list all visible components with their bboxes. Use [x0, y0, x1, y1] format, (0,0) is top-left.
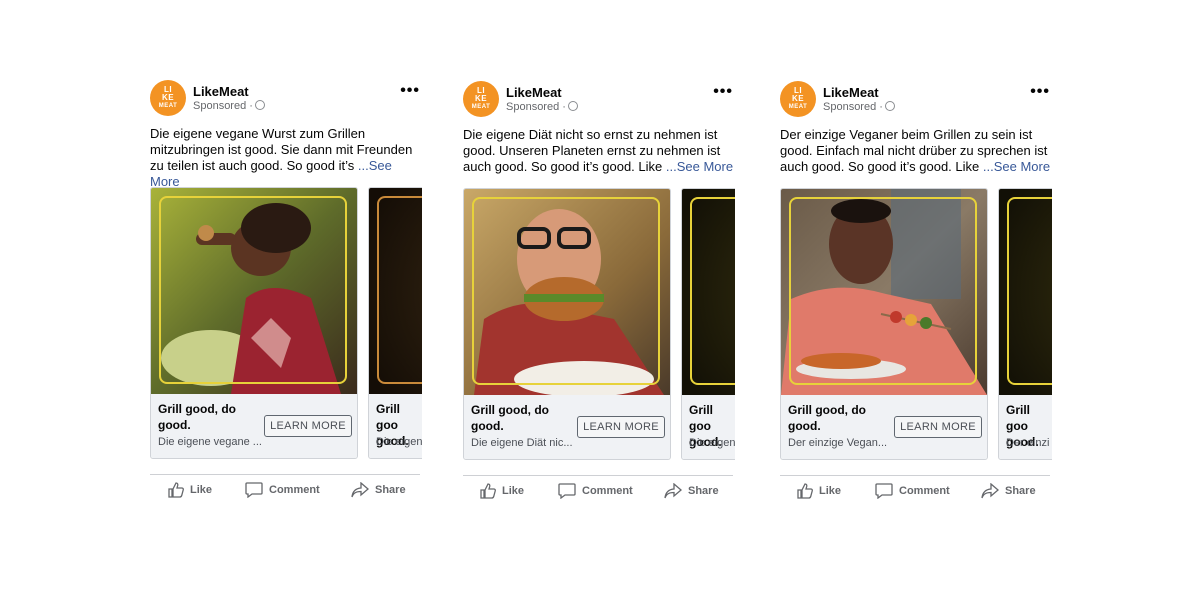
- page-name[interactable]: LikeMeat: [506, 85, 562, 100]
- comment-icon: [875, 483, 893, 499]
- sponsored-label: Sponsored ·: [506, 101, 578, 113]
- like-button[interactable]: Like: [480, 483, 524, 499]
- card-description: Der einzi: [1006, 437, 1050, 449]
- card-frame: [377, 196, 422, 384]
- post-actions: Like Comment Share: [150, 482, 422, 506]
- learn-more-button[interactable]: LEARN MORE: [894, 416, 982, 438]
- card-description: Die eigene Diät nic...: [471, 437, 573, 449]
- carousel[interactable]: Grill good, do good. LEARN MORE Der einz…: [780, 188, 1052, 464]
- learn-more-button[interactable]: LEARN MORE: [264, 415, 352, 437]
- likemeat-logo[interactable]: LI KE MEAT: [780, 81, 816, 117]
- carousel-card-1[interactable]: Grill good, do good. LEARN MORE Der einz…: [780, 188, 988, 460]
- page-name[interactable]: LikeMeat: [823, 85, 879, 100]
- card-description: Der einzige Vegan...: [788, 437, 888, 449]
- comment-button[interactable]: Comment: [875, 483, 950, 499]
- post-header: LI KE MEAT LikeMeat Sponsored · •••: [780, 81, 1052, 121]
- learn-more-button[interactable]: LEARN MORE: [577, 416, 665, 438]
- more-options-icon[interactable]: •••: [400, 83, 420, 99]
- card-footer: Grill good, do good. LEARN MORE Die eige…: [464, 395, 670, 459]
- carousel-card-2[interactable]: Grill goo good. Die eigen: [368, 187, 422, 459]
- like-button[interactable]: Like: [168, 482, 212, 498]
- card-frame: [472, 197, 660, 385]
- share-button[interactable]: Share: [981, 483, 1036, 499]
- see-more-link[interactable]: ...See More: [666, 159, 733, 174]
- card-footer: Grill good, do good. LEARN MORE Der einz…: [781, 395, 987, 459]
- likemeat-logo[interactable]: LI KE MEAT: [463, 81, 499, 117]
- sponsored-label: Sponsored ·: [823, 101, 895, 113]
- share-icon: [351, 482, 369, 498]
- sponsored-label: Sponsored ·: [193, 100, 265, 112]
- card-footer: Grill goo good. Die eigen: [682, 395, 735, 459]
- post-header: LI KE MEAT LikeMeat Sponsored · •••: [150, 80, 422, 120]
- card-frame: [690, 197, 735, 385]
- carousel-card-2[interactable]: Grill goo good. Der einzi: [998, 188, 1052, 460]
- post-actions: Like Comment Share: [463, 483, 735, 507]
- thumbs-up-icon: [480, 483, 496, 499]
- more-options-icon[interactable]: •••: [713, 84, 733, 100]
- card-description: Die eigen: [689, 437, 735, 449]
- card-footer: Grill goo good. Der einzi: [999, 395, 1052, 459]
- card-description: Die eigene vegane ...: [158, 436, 262, 448]
- comment-icon: [245, 482, 263, 498]
- globe-icon: [567, 101, 578, 111]
- post-actions: Like Comment Share: [780, 483, 1052, 507]
- carousel[interactable]: Grill good, do good. LEARN MORE Die eige…: [463, 188, 735, 464]
- card-description: Die eigen: [376, 436, 422, 448]
- thumbs-up-icon: [168, 482, 184, 498]
- page-name[interactable]: LikeMeat: [193, 84, 249, 99]
- share-button[interactable]: Share: [351, 482, 406, 498]
- carousel-card-2[interactable]: Grill goo good. Die eigen: [681, 188, 735, 460]
- post-text: Die eigene Diät nicht so ernst zu nehmen…: [463, 127, 734, 174]
- card-footer: Grill goo good. Die eigen: [369, 394, 422, 458]
- card-headline: Grill good, do good.: [471, 403, 549, 433]
- card-footer: Grill good, do good. LEARN MORE Die eige…: [151, 394, 357, 458]
- card-frame: [1007, 197, 1052, 385]
- post-header: LI KE MEAT LikeMeat Sponsored · •••: [463, 81, 735, 121]
- globe-icon: [884, 101, 895, 111]
- card-frame: [789, 197, 977, 385]
- carousel-card-1[interactable]: Grill good, do good. LEARN MORE Die eige…: [150, 187, 358, 459]
- divider: [150, 474, 420, 475]
- card-frame: [159, 196, 347, 384]
- share-icon: [664, 483, 682, 499]
- carousel[interactable]: Grill good, do good. LEARN MORE Die eige…: [150, 187, 422, 463]
- card-headline: Grill good, do good.: [158, 402, 236, 432]
- post-text: Die eigene vegane Wurst zum Grillen mitz…: [150, 126, 413, 189]
- divider: [780, 475, 1050, 476]
- share-button[interactable]: Share: [664, 483, 719, 499]
- globe-icon: [254, 100, 265, 110]
- divider: [463, 475, 733, 476]
- comment-button[interactable]: Comment: [558, 483, 633, 499]
- share-icon: [981, 483, 999, 499]
- post-text: Der einzige Veganer beim Grillen zu sein…: [780, 127, 1051, 174]
- likemeat-logo[interactable]: LI KE MEAT: [150, 80, 186, 116]
- thumbs-up-icon: [797, 483, 813, 499]
- see-more-link[interactable]: ...See More: [983, 159, 1050, 174]
- comment-button[interactable]: Comment: [245, 482, 320, 498]
- like-button[interactable]: Like: [797, 483, 841, 499]
- card-headline: Grill good, do good.: [788, 403, 866, 433]
- comment-icon: [558, 483, 576, 499]
- carousel-card-1[interactable]: Grill good, do good. LEARN MORE Die eige…: [463, 188, 671, 460]
- more-options-icon[interactable]: •••: [1030, 84, 1050, 100]
